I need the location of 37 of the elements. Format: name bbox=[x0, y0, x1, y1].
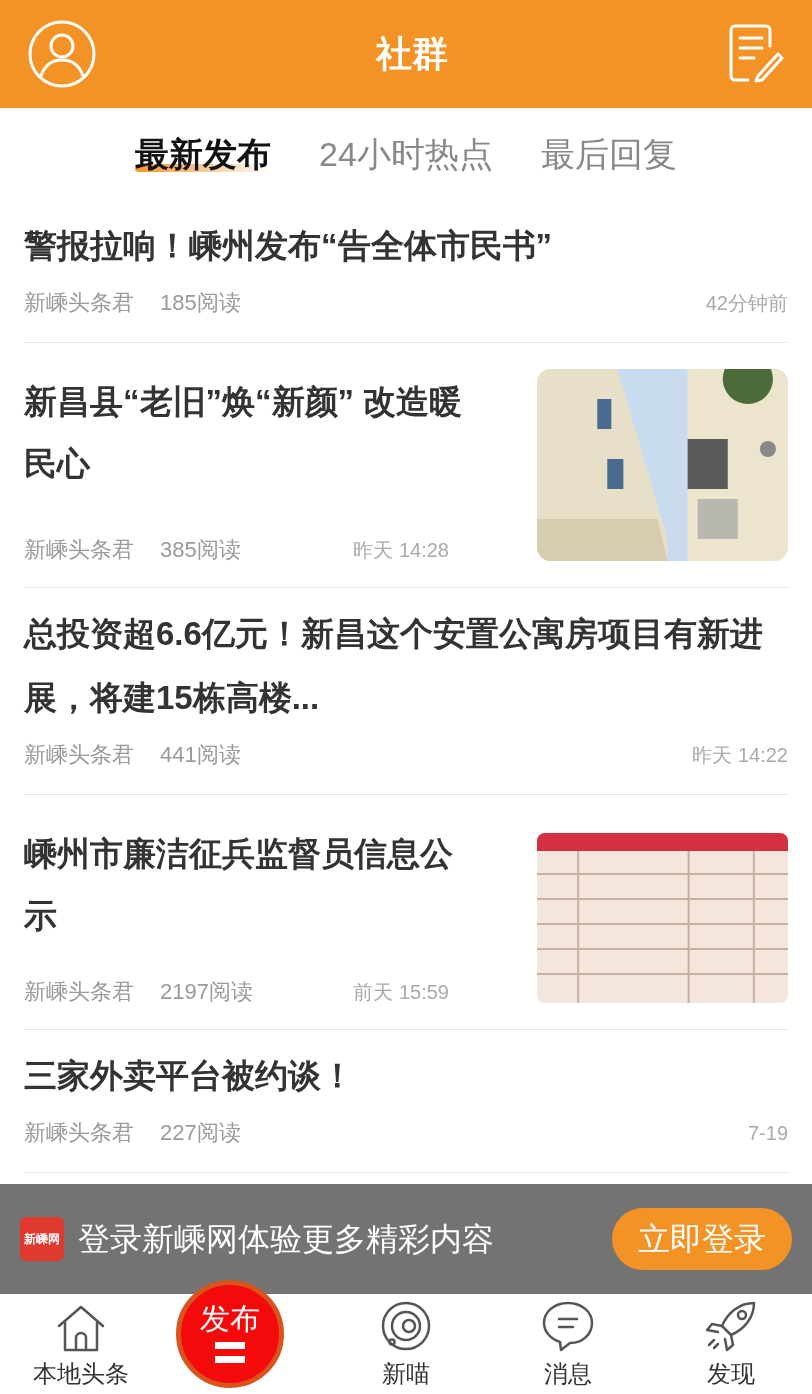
nav-item[interactable]: 本地头条 bbox=[0, 1294, 163, 1394]
tab[interactable]: 最新发布 bbox=[135, 130, 272, 178]
article-title[interactable]: 警报拉响！嵊州发布“告全体市民书” bbox=[24, 214, 788, 278]
tab[interactable]: 24小时热点 bbox=[319, 130, 493, 178]
login-prompt: 登录新嵊网体验更多精彩内容 bbox=[78, 1220, 494, 1259]
equals-icon bbox=[215, 1342, 246, 1364]
planet-icon bbox=[380, 1300, 432, 1352]
author-name: 新嵊头条君 bbox=[24, 539, 134, 561]
post-time: 7-19 bbox=[747, 1123, 788, 1143]
post-time: 昨天 14:22 bbox=[692, 745, 788, 765]
publish-button[interactable]: 发布 bbox=[176, 1280, 285, 1388]
read-count: 2197阅读 bbox=[160, 981, 253, 1003]
article-title[interactable]: 新昌县“老旧”焕“新颜” 改造暖民心 bbox=[24, 371, 497, 495]
post-time: 昨天 14:28 bbox=[353, 540, 449, 560]
article-title[interactable]: 总投资超6.6亿元！新昌这个安置公寓房项目有新进展，将建15栋高楼... bbox=[24, 602, 788, 730]
nav-item[interactable]: 消息 bbox=[487, 1294, 650, 1394]
page-title: 社群 bbox=[376, 32, 448, 76]
read-count: 385阅读 bbox=[160, 539, 241, 561]
user-icon[interactable] bbox=[28, 20, 96, 88]
article-title[interactable]: 嵊州市廉洁征兵监督员信息公示 bbox=[24, 823, 497, 947]
chat-icon bbox=[541, 1300, 596, 1352]
author-name: 新嵊头条君 bbox=[24, 744, 134, 766]
post-time: 42分钟前 bbox=[705, 293, 788, 313]
article-title[interactable]: 三家外卖平台被约谈！ bbox=[24, 1044, 788, 1108]
read-count: 441阅读 bbox=[160, 744, 241, 766]
read-count: 185阅读 bbox=[160, 292, 241, 314]
rocket-icon bbox=[703, 1300, 758, 1352]
author-name: 新嵊头条君 bbox=[24, 981, 134, 1003]
nav-item[interactable]: 发现 bbox=[649, 1294, 812, 1394]
app-logo: 新嵊网 bbox=[20, 1217, 64, 1261]
post-time: 前天 15:59 bbox=[353, 982, 449, 1002]
edit-note-icon[interactable] bbox=[728, 24, 784, 84]
nav-item[interactable]: 新喵 bbox=[324, 1294, 488, 1394]
tab[interactable]: 最后回复 bbox=[540, 130, 677, 178]
author-name: 新嵊头条君 bbox=[24, 292, 134, 314]
author-name: 新嵊头条君 bbox=[24, 1122, 134, 1144]
read-count: 227阅读 bbox=[160, 1122, 241, 1144]
